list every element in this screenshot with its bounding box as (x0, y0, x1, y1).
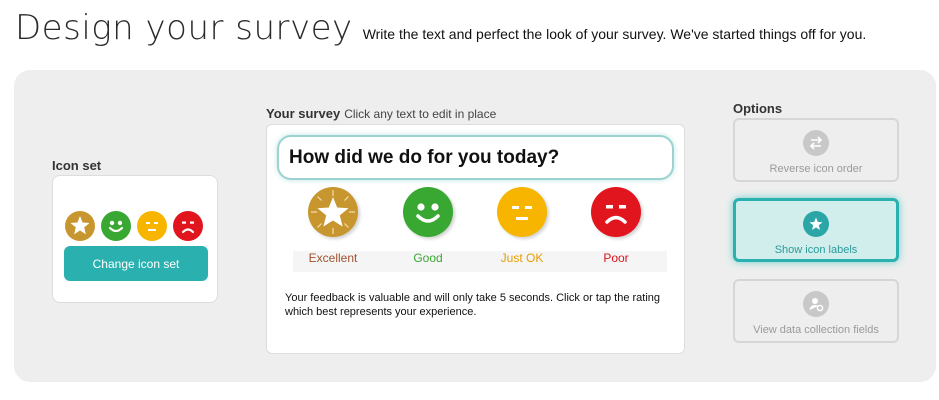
neutral-face-icon (137, 211, 167, 241)
reverse-icon-order-label: Reverse icon order (769, 163, 863, 175)
page-subtitle: Write the text and perfect the look of y… (362, 26, 867, 42)
view-data-collection-fields-button[interactable]: View data collection fields (733, 279, 899, 343)
rating-option-poor[interactable]: Poor (571, 187, 661, 265)
rating-option-good[interactable]: Good (383, 187, 473, 265)
icon-set-preview (65, 211, 203, 241)
frown-icon (173, 211, 203, 241)
rating-option-excellent[interactable]: Excellent (288, 187, 378, 265)
star-badge-icon (803, 211, 829, 237)
rating-option-just-ok[interactable]: Just OK (477, 187, 567, 265)
question-text-field[interactable]: How did we do for you today? (277, 135, 674, 180)
view-data-collection-fields-label: View data collection fields (753, 324, 879, 336)
smile-icon (403, 187, 453, 237)
rating-label-excellent: Excellent (308, 251, 358, 265)
icon-set-card: Change icon set (52, 175, 218, 303)
show-icon-labels-button[interactable]: Show icon labels (733, 198, 899, 262)
frown-icon (591, 187, 641, 237)
user-settings-icon (803, 291, 829, 317)
star-icon (308, 187, 358, 237)
rating-label-good: Good (413, 251, 443, 265)
survey-header: Your survey Click any text to edit in pl… (266, 106, 496, 121)
rating-label-just-ok: Just OK (500, 251, 544, 265)
swap-arrows-icon (803, 130, 829, 156)
survey-hint: Click any text to edit in place (344, 107, 497, 121)
reverse-icon-order-button[interactable]: Reverse icon order (733, 118, 899, 182)
rating-label-poor: Poor (603, 251, 629, 265)
feedback-text[interactable]: Your feedback is valuable and will only … (285, 291, 670, 320)
survey-preview-card: How did we do for you today? Excellent G… (266, 124, 685, 354)
icon-set-label: Icon set (52, 158, 102, 173)
options-label: Options (733, 101, 783, 116)
page-header: Design your survey Write the text and pe… (15, 8, 866, 48)
show-icon-labels-label: Show icon labels (774, 244, 858, 256)
page-title: Design your survey (15, 8, 353, 48)
smile-icon (101, 211, 131, 241)
star-icon (65, 211, 95, 241)
neutral-face-icon (497, 187, 547, 237)
change-icon-set-button[interactable]: Change icon set (64, 246, 208, 281)
survey-label: Your survey (266, 106, 341, 121)
